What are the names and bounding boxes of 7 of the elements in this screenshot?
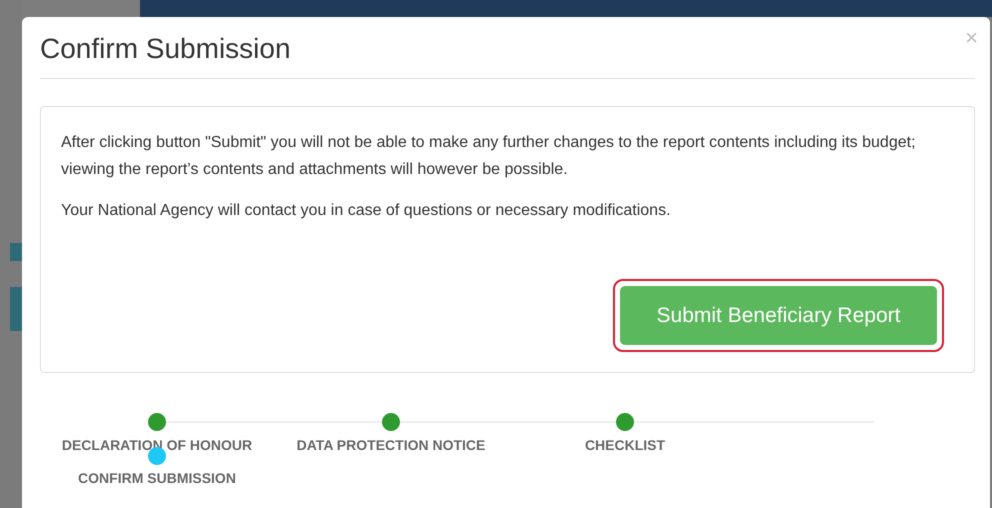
- step-label[interactable]: DECLARATION OF HONOUR: [62, 437, 252, 453]
- step-label[interactable]: CONFIRM SUBMISSION: [78, 470, 236, 486]
- step-label[interactable]: DATA PROTECTION NOTICE: [296, 437, 486, 453]
- dialog-title: Confirm Submission: [40, 33, 291, 65]
- step-label[interactable]: CHECKLIST: [584, 437, 666, 453]
- message-text: After clicking button "Submit" you will not be able to make any further changes to the report contents including its budget; viewing the report’s contents and attachments will however be possible.: [61, 133, 917, 180]
- message-text: Your National Agency will contact you in case of questions or necessary modifications.: [61, 201, 672, 221]
